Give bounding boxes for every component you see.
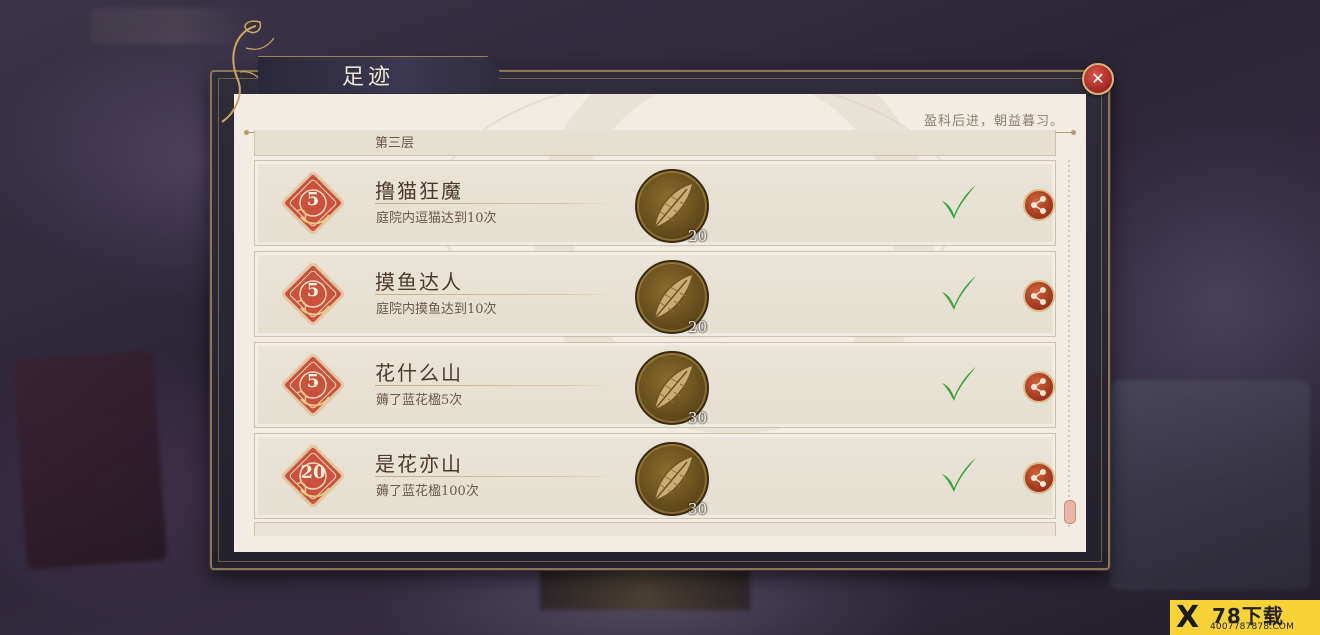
site-watermark-logo: X 78下载 4007787878.COM: [1170, 600, 1320, 635]
close-button[interactable]: ✕: [1082, 63, 1114, 95]
close-icon: ✕: [1091, 69, 1105, 88]
list-item-partial: [254, 522, 1056, 536]
background-box: [1110, 380, 1310, 590]
reward-count: 20: [687, 227, 707, 245]
reward-item[interactable]: 20: [635, 169, 709, 245]
motto-text: 盈科后进，朝益暮习。: [923, 114, 1064, 129]
achievement-description: 薅了蓝花楹5次: [376, 393, 463, 408]
achievement-row: 5 花什么山 薅了蓝花楹5次 30: [254, 342, 1056, 428]
badge-points: 5: [306, 371, 320, 392]
achievement-description: 薅了蓝花楹100次: [376, 484, 479, 499]
reward-item[interactable]: 20: [635, 260, 709, 336]
scrollbar-track[interactable]: [1068, 160, 1070, 530]
share-button[interactable]: [1023, 189, 1055, 221]
achievement-name: 是花亦山: [375, 452, 463, 476]
reward-item[interactable]: 30: [635, 351, 709, 427]
achievement-name: 花什么山: [375, 361, 463, 385]
reward-item[interactable]: 30: [635, 442, 709, 518]
achievement-name: 撸猫狂魔: [375, 179, 463, 203]
achievement-row: 5 摸鱼达人 庭院内摸鱼达到10次 20: [254, 251, 1056, 337]
reward-count: 30: [687, 500, 707, 518]
background-book: [12, 350, 168, 570]
list-item-partial: 第三层: [254, 130, 1056, 156]
share-button[interactable]: [1023, 280, 1055, 312]
reward-count: 30: [687, 409, 707, 427]
achievement-badge-icon: 5: [277, 258, 349, 330]
achievement-badge-icon: 5: [277, 349, 349, 421]
achievement-description: 庭院内逗猫达到10次: [376, 211, 497, 226]
share-button[interactable]: [1023, 371, 1055, 403]
completed-check-icon: [938, 181, 978, 221]
partial-item-label: 第三层: [375, 136, 415, 151]
reward-count: 20: [687, 318, 707, 336]
achievement-description: 庭院内摸鱼达到10次: [376, 302, 497, 317]
achievement-row: 5 撸猫狂魔 庭院内逗猫达到10次 20: [254, 160, 1056, 246]
achievement-row: 20 是花亦山 薅了蓝花楹100次 30: [254, 433, 1056, 519]
share-icon: [1025, 196, 1053, 223]
achievement-badge-icon: 20: [277, 440, 349, 512]
name-divider: [375, 385, 615, 386]
name-divider: [375, 476, 615, 477]
dialog-title: 足迹: [342, 65, 395, 90]
completed-check-icon: [938, 454, 978, 494]
completed-check-icon: [938, 272, 978, 312]
name-divider: [375, 294, 615, 295]
scrollbar-thumb[interactable]: [1064, 500, 1076, 524]
watermark-url: 4007787878.COM: [1210, 622, 1295, 632]
completed-check-icon: [938, 363, 978, 403]
achievement-name: 摸鱼达人: [375, 270, 463, 294]
badge-points: 5: [306, 280, 320, 301]
share-button[interactable]: [1023, 462, 1055, 494]
share-icon: [1025, 378, 1053, 405]
achievement-badge-icon: 5: [277, 167, 349, 239]
share-icon: [1025, 287, 1053, 314]
badge-points: 20: [300, 462, 326, 483]
name-divider: [375, 203, 615, 204]
badge-points: 5: [306, 189, 320, 210]
share-icon: [1025, 469, 1053, 496]
watermark-mark: X: [1176, 600, 1200, 635]
achievement-list[interactable]: 第三层 5 撸猫狂魔 庭院内逗猫达到10次 20 5 摸鱼达人 庭院内摸鱼达到1…: [254, 130, 1056, 536]
